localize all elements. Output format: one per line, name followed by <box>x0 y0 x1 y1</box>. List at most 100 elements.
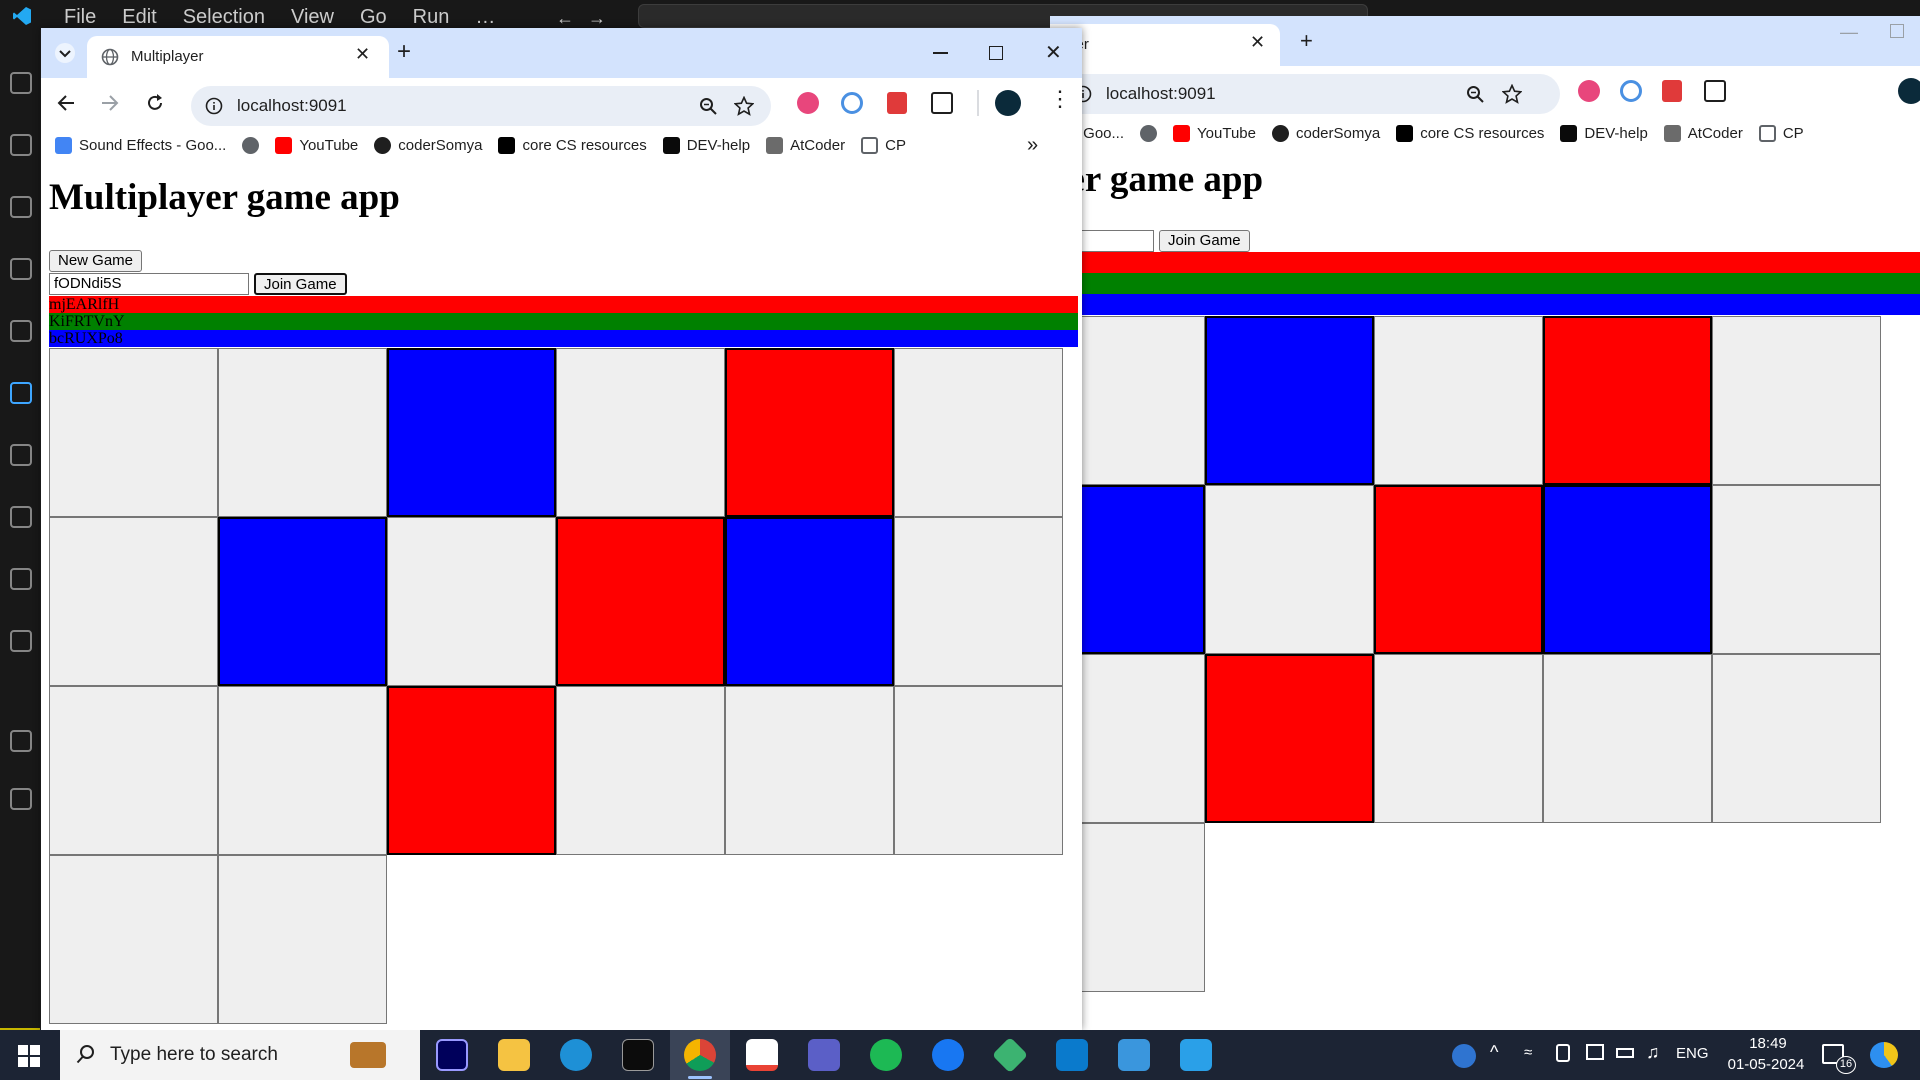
chevron-up-icon[interactable]: ^ <box>1490 1042 1498 1080</box>
board-cell-empty[interactable] <box>725 686 894 855</box>
bookmark-item[interactable]: coderSomya <box>374 136 482 154</box>
explorer-icon[interactable] <box>10 72 32 94</box>
board-cell-empty[interactable] <box>894 348 1063 517</box>
settings-gear-icon[interactable] <box>10 788 32 810</box>
board-cell-empty[interactable] <box>1205 485 1374 654</box>
tab-multiplayer[interactable]: Multiplayer ✕ <box>87 36 389 78</box>
board-cell-blue[interactable] <box>725 517 894 686</box>
board-cell-empty[interactable] <box>49 686 218 855</box>
board-cell-empty[interactable] <box>49 348 218 517</box>
game-id-input[interactable]: fODNdi5S <box>49 273 249 295</box>
profile-avatar[interactable] <box>995 90 1021 116</box>
vscode-taskbar-icon[interactable] <box>1056 1039 1088 1071</box>
file-explorer-icon[interactable] <box>498 1039 530 1071</box>
bookmark-item[interactable]: AtCoder <box>766 136 845 154</box>
bookmark-item[interactable]: core CS resources <box>1396 124 1544 142</box>
accounts-icon[interactable] <box>10 730 32 752</box>
bookmark-item[interactable]: Sound Effects - Goo... <box>55 136 226 154</box>
more-bookmarks-icon[interactable]: » <box>1027 134 1038 157</box>
files-icon[interactable] <box>10 134 32 156</box>
bookmark-star-icon[interactable] <box>1502 84 1522 104</box>
board-cell-empty[interactable] <box>49 855 218 1024</box>
battery-icon[interactable] <box>1616 1048 1634 1058</box>
tab-close-icon[interactable]: ✕ <box>355 44 370 65</box>
reload-icon[interactable] <box>145 93 165 113</box>
address-bar[interactable]: localhost:9091 <box>1060 74 1560 114</box>
extension-brain-icon[interactable] <box>1578 80 1600 102</box>
tab-search-chevron-icon[interactable] <box>55 43 75 63</box>
board-cell-blue[interactable] <box>1205 316 1374 485</box>
minimize-icon[interactable] <box>933 52 948 54</box>
facebook-icon[interactable] <box>932 1039 964 1071</box>
chrome-icon[interactable] <box>684 1039 716 1071</box>
new-tab-icon[interactable]: + <box>397 38 411 66</box>
board-cell-empty[interactable] <box>49 517 218 686</box>
vscode-menu-item[interactable]: Run <box>413 7 450 27</box>
help-icon[interactable] <box>1452 1044 1476 1068</box>
board-cell-empty[interactable] <box>1712 654 1881 823</box>
sourcetree-icon[interactable] <box>991 1036 1029 1074</box>
extension-brain-icon[interactable] <box>797 92 819 114</box>
news-widget-icon[interactable] <box>1118 1039 1150 1071</box>
source-control-icon[interactable] <box>10 382 32 404</box>
board-cell-empty[interactable] <box>1712 316 1881 485</box>
board-cell-empty[interactable] <box>218 686 387 855</box>
join-game-button[interactable]: Join Game <box>254 273 347 295</box>
tab-close-icon[interactable]: ✕ <box>1250 32 1265 53</box>
board-cell-red[interactable] <box>556 517 725 686</box>
close-window-icon[interactable]: ✕ <box>1045 40 1062 65</box>
board-cell-blue[interactable] <box>1543 485 1712 654</box>
extensions-puzzle-icon[interactable] <box>1704 80 1726 102</box>
forward-arrow-icon[interactable] <box>101 94 119 112</box>
board-cell-empty[interactable] <box>1374 654 1543 823</box>
board-cell-empty[interactable] <box>218 855 387 1024</box>
briefcase-icon[interactable] <box>350 1042 386 1068</box>
vscode-menu-item[interactable]: … <box>475 7 495 27</box>
board-cell-red[interactable] <box>1374 485 1543 654</box>
board-cell-empty[interactable] <box>894 517 1063 686</box>
windows-start-icon[interactable] <box>18 1045 40 1067</box>
bookmark-item[interactable]: DEV-help <box>1560 124 1648 142</box>
board-cell-red[interactable] <box>1543 316 1712 485</box>
menu-kebab-icon[interactable]: ⋮ <box>1049 88 1071 110</box>
account-extension-icon[interactable] <box>10 258 32 280</box>
vscode-menu-item[interactable]: File <box>64 7 96 27</box>
board-cell-red[interactable] <box>387 686 556 855</box>
bookmark-item[interactable] <box>242 136 260 154</box>
edge-icon[interactable] <box>560 1039 592 1071</box>
extension-stack-icon[interactable] <box>887 92 907 114</box>
zoom-icon[interactable] <box>699 97 718 116</box>
bookmark-item[interactable]: AtCoder <box>1663 124 1743 142</box>
profile-avatar[interactable] <box>1898 78 1920 104</box>
extensions-icon[interactable] <box>10 506 32 528</box>
board-cell-empty[interactable] <box>387 517 556 686</box>
vscode-menu-item[interactable]: Edit <box>122 7 156 27</box>
bookmark-item[interactable]: YouTube <box>275 136 358 154</box>
copilot-icon[interactable] <box>1870 1042 1898 1068</box>
remote-explorer-icon[interactable] <box>10 568 32 590</box>
display-icon[interactable] <box>1586 1044 1604 1060</box>
bookmark-item[interactable] <box>1140 124 1158 142</box>
bookmark-item[interactable]: core CS resources <box>498 136 647 154</box>
extension-timer-icon[interactable] <box>841 92 863 114</box>
site-info-icon[interactable] <box>205 97 223 115</box>
board-cell-empty[interactable] <box>556 686 725 855</box>
maximize-icon[interactable] <box>1890 24 1904 38</box>
bookmark-item[interactable]: YouTube <box>1173 124 1256 142</box>
board-cell-blue[interactable] <box>387 348 556 517</box>
bookmark-item[interactable]: coderSomya <box>1271 124 1380 142</box>
board-cell-empty[interactable] <box>556 348 725 517</box>
board-cell-empty[interactable] <box>894 686 1063 855</box>
search-icon[interactable] <box>10 320 32 342</box>
meet-now-icon[interactable] <box>1556 1044 1570 1062</box>
board-cell-empty[interactable] <box>218 348 387 517</box>
vscode-menu-item[interactable]: View <box>291 7 334 27</box>
bookmark-item[interactable]: CP <box>861 136 906 154</box>
gmail-icon[interactable] <box>746 1039 778 1071</box>
more-icon[interactable] <box>10 630 32 652</box>
minimize-icon[interactable]: — <box>1840 22 1858 43</box>
teams-icon[interactable] <box>808 1039 840 1071</box>
language-indicator[interactable]: ENG <box>1676 1045 1709 1080</box>
bookmark-item[interactable]: CP <box>1758 124 1804 142</box>
volume-icon[interactable]: ♫ <box>1646 1042 1660 1080</box>
